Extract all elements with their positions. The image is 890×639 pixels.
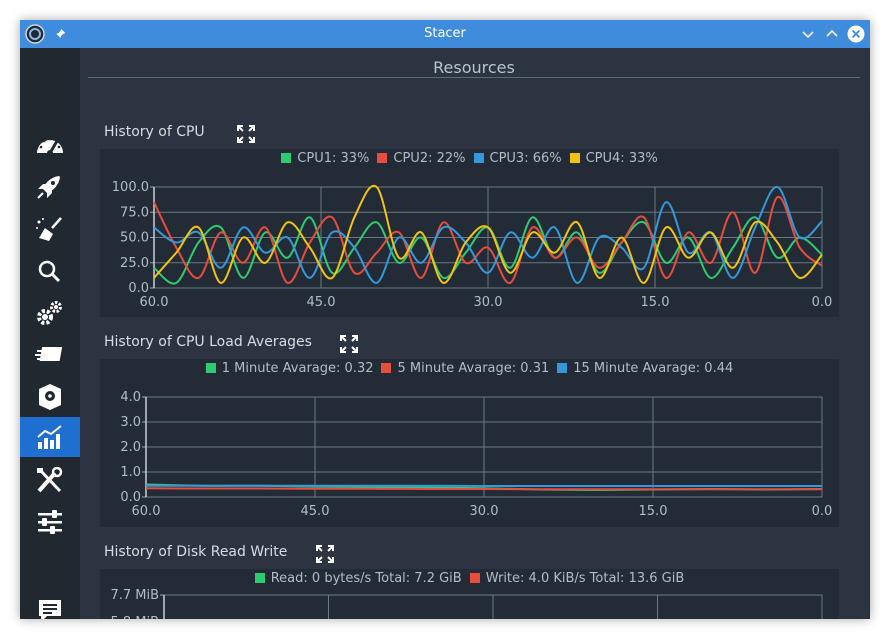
sidebar-item-startup[interactable]	[20, 167, 80, 207]
sidebar-item-settings[interactable]	[20, 502, 80, 542]
y-tick-label: 2.0	[120, 440, 141, 455]
expand-cpu-icon[interactable]	[237, 125, 255, 143]
x-tick-label: 15.0	[639, 504, 668, 519]
sidebar	[20, 48, 80, 619]
rocket-icon	[37, 176, 60, 199]
cpu-chart-panel: CPU1: 33% CPU2: 22% CPU3: 66% CPU4: 33% 100…	[100, 149, 839, 317]
sidebar-item-services[interactable]	[20, 293, 80, 333]
y-tick-label: 0.0	[120, 490, 141, 505]
sidebar-item-uninstaller[interactable]	[20, 335, 80, 375]
x-tick-label: 0.0	[812, 504, 833, 519]
y-tick-label: 3.0	[120, 415, 141, 430]
load-section-title: History of CPU Load Averages	[104, 334, 312, 350]
sidebar-item-resources[interactable]	[20, 417, 80, 457]
x-tick-label: 30.0	[474, 295, 503, 310]
settings-sliders-icon	[38, 510, 62, 534]
resources-page: Resources History of CPU CPU1: 33% CPU2: …	[80, 48, 870, 619]
disk-lock-icon	[39, 384, 61, 410]
page-title: Resources	[88, 48, 860, 78]
x-tick-label: 60.0	[140, 295, 169, 310]
sidebar-item-disk[interactable]	[20, 377, 80, 417]
y-tick-label: 7.7 MiB	[110, 588, 159, 603]
app-window: Stacer Resources History of CPU CPU1: 33…	[20, 20, 870, 619]
x-tick-label: 45.0	[301, 504, 330, 519]
gears-icon	[37, 301, 62, 325]
x-tick-label: 45.0	[307, 295, 336, 310]
window-title: Stacer	[424, 26, 466, 41]
x-tick-label: 0.0	[812, 295, 833, 310]
expand-load-icon[interactable]	[340, 335, 358, 353]
disk-history-chart: 7.7 MiB 5.8 MiB	[110, 588, 823, 619]
x-tick-label: 30.0	[470, 504, 499, 519]
search-icon	[38, 260, 61, 283]
y-tick-label: 50.0	[120, 231, 149, 246]
uninstaller-icon	[35, 347, 63, 361]
sidebar-item-feedback[interactable]	[20, 591, 80, 619]
close-icon[interactable]	[846, 24, 866, 44]
x-tick-label: 60.0	[132, 504, 161, 519]
resources-chart-icon	[37, 425, 62, 449]
y-tick-label: 5.8 MiB	[110, 615, 159, 619]
y-tick-label: 75.0	[120, 205, 149, 220]
y-tick-label: 100.0	[112, 180, 149, 195]
load-chart-panel: 1 Minute Avarage: 0.32 5 Minute Avarage: …	[100, 359, 839, 527]
expand-disk-icon[interactable]	[316, 545, 334, 563]
disk-chart-panel: Read: 0 bytes/s Total: 7.2 GiB Write: 4.0…	[100, 569, 839, 619]
feedback-icon	[39, 600, 61, 619]
sidebar-item-cleaner[interactable]	[20, 209, 80, 249]
broom-icon	[36, 217, 62, 241]
sidebar-item-search[interactable]	[20, 251, 80, 291]
dashboard-icon	[37, 137, 63, 156]
load-history-chart: 4.03.02.01.00.060.0 45.0 30.0 15.0 0.0	[120, 390, 833, 519]
y-tick-label: 1.0	[120, 465, 141, 480]
minimize-icon[interactable]	[798, 24, 818, 44]
cpu-section-title: History of CPU	[104, 124, 205, 140]
tools-icon	[37, 467, 63, 493]
sidebar-item-tools[interactable]	[20, 460, 80, 500]
cpu-history-chart: 100.075.050.025.00.060.0 45.0 30.0 15.0 0.0	[112, 180, 833, 310]
series-line-5-minute-avarage	[145, 487, 822, 491]
x-tick-label: 15.0	[641, 295, 670, 310]
y-tick-label: 4.0	[120, 390, 141, 405]
y-tick-label: 0.0	[128, 281, 149, 296]
maximize-icon[interactable]	[822, 24, 842, 44]
disk-section-title: History of Disk Read Write	[104, 544, 288, 560]
y-tick-label: 25.0	[120, 256, 149, 271]
title-bar[interactable]: Stacer	[20, 20, 870, 48]
sidebar-item-dashboard[interactable]	[20, 124, 80, 164]
